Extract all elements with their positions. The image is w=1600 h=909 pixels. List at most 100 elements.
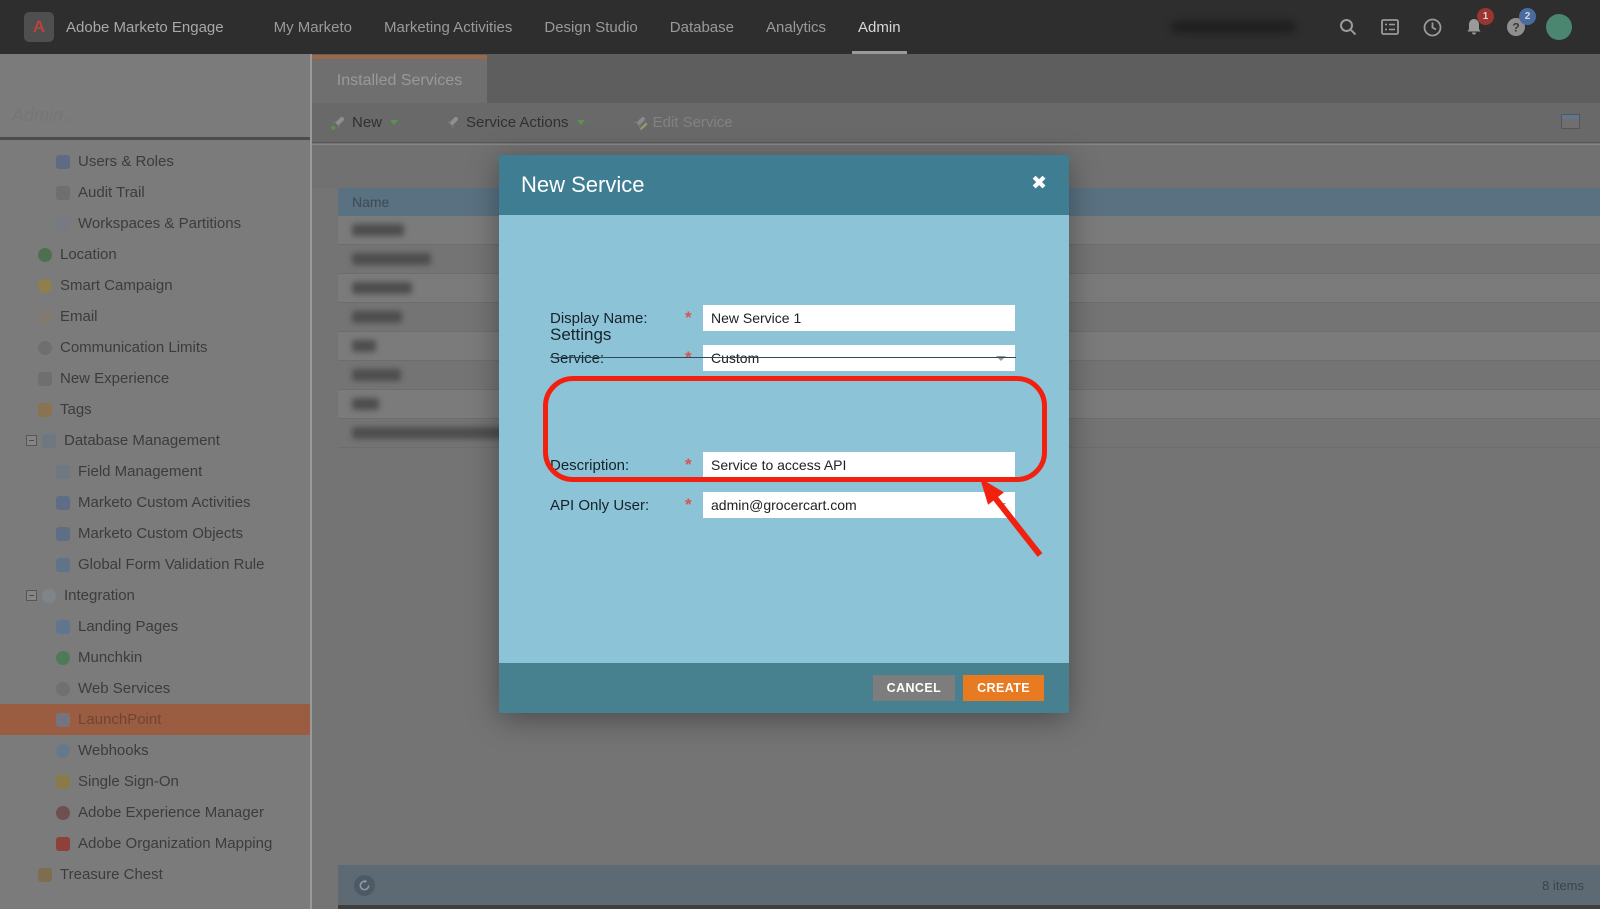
sidebar-item-label: Smart Campaign	[60, 277, 173, 294]
sidebar-item-label: Landing Pages	[78, 618, 178, 635]
sidebar-item-smart-campaign[interactable]: Smart Campaign	[0, 270, 310, 301]
sidebar-item-location[interactable]: Location	[0, 239, 310, 270]
sidebar-item-webhooks[interactable]: Webhooks	[0, 735, 310, 766]
create-button[interactable]: CREATE	[963, 675, 1044, 701]
sidebar-item-label: Web Services	[78, 680, 170, 697]
dialog-body: Display Name: * Service: * Custom Settin…	[499, 215, 1069, 663]
primary-nav: My MarketoMarketing ActivitiesDesign Stu…	[258, 0, 917, 54]
service-actions-button[interactable]: Service Actions	[444, 114, 585, 131]
api-only-user-value: admin@grocercart.com	[711, 497, 857, 513]
help-icon[interactable]: ? 2	[1504, 15, 1528, 39]
rocket-icon	[56, 713, 70, 727]
nav-item-database[interactable]: Database	[654, 0, 750, 54]
admin-tree: Users & Roles Audit Trail Workspaces & Par…	[0, 146, 310, 890]
sidebar-item-label: Marketo Custom Activities	[78, 494, 251, 511]
sidebar-item-marketo-custom-activities[interactable]: Marketo Custom Activities	[0, 487, 310, 518]
sidebar-item-landing-pages[interactable]: Landing Pages	[0, 611, 310, 642]
sidebar-item-label: Field Management	[78, 463, 202, 480]
sidebar-item-users-roles[interactable]: Users & Roles	[0, 146, 310, 177]
redacted-service-name	[352, 224, 404, 236]
aem-icon	[56, 806, 70, 820]
grid-bottom-border	[338, 905, 1600, 909]
globe-icon	[56, 217, 70, 231]
adobe-logo-icon[interactable]: A	[24, 12, 54, 42]
sidebar-item-field-management[interactable]: Field Management	[0, 456, 310, 487]
sidebar-item-munchkin[interactable]: Munchkin	[0, 642, 310, 673]
redacted-service-name	[352, 427, 512, 439]
close-icon[interactable]: ✖	[1031, 172, 1047, 195]
sidebar-item-adobe-organization-mapping[interactable]: Adobe Organization Mapping	[0, 828, 310, 859]
database-icon	[56, 465, 70, 479]
admin-search-input[interactable]	[0, 94, 310, 140]
api-only-user-dropdown[interactable]: admin@grocercart.com	[703, 492, 1015, 518]
sidebar-item-label: Marketo Custom Objects	[78, 525, 243, 542]
sidebar-item-web-services[interactable]: Web Services	[0, 673, 310, 704]
notifications-bell-icon[interactable]: 1	[1462, 15, 1486, 39]
sidebar-item-label: Munchkin	[78, 649, 142, 666]
sidebar-item-integration[interactable]: Integration	[0, 580, 310, 611]
nav-item-analytics[interactable]: Analytics	[750, 0, 842, 54]
sidebar-item-new-experience[interactable]: New Experience	[0, 363, 310, 394]
email-icon	[38, 310, 52, 324]
redacted-service-name	[352, 398, 379, 410]
sidebar-item-label: Global Form Validation Rule	[78, 556, 264, 573]
sidebar-item-workspaces-partitions[interactable]: Workspaces & Partitions	[0, 208, 310, 239]
sidebar-item-adobe-experience-manager[interactable]: Adobe Experience Manager	[0, 797, 310, 828]
new-button[interactable]: New	[330, 114, 398, 131]
sidebar-item-marketo-custom-objects[interactable]: Marketo Custom Objects	[0, 518, 310, 549]
sidebar-item-email[interactable]: Email	[0, 301, 310, 332]
sidebar-item-database-management[interactable]: Database Management	[0, 425, 310, 456]
sidebar-item-communication-limits[interactable]: Communication Limits	[0, 332, 310, 363]
webhook-icon	[56, 744, 70, 758]
grid-status-bar: 8 items	[338, 865, 1600, 905]
search-icon[interactable]	[1336, 15, 1360, 39]
notification-badge: 1	[1477, 8, 1494, 25]
marketo-admin-window: A Adobe Marketo Engage My MarketoMarketi…	[0, 0, 1600, 909]
sidebar-item-label: New Experience	[60, 370, 169, 387]
required-asterisk: *	[685, 495, 703, 515]
required-asterisk: *	[685, 455, 703, 475]
cancel-button[interactable]: CANCEL	[873, 675, 955, 701]
sidebar-item-launchpoint[interactable]: LaunchPoint	[0, 704, 310, 735]
sidebar-item-label: LaunchPoint	[78, 711, 161, 728]
sidebar-item-label: Location	[60, 246, 117, 263]
display-name-label: Display Name:	[550, 310, 685, 327]
collapse-expander-icon[interactable]	[26, 435, 37, 446]
refresh-icon[interactable]	[354, 875, 375, 896]
custom-object-icon	[56, 527, 70, 541]
redacted-service-name	[352, 340, 376, 352]
description-label: Description:	[550, 457, 685, 474]
user-avatar[interactable]	[1546, 14, 1572, 40]
tab-installed-services[interactable]: Installed Services	[312, 55, 487, 103]
brand-title: Adobe Marketo Engage	[66, 19, 224, 36]
location-globe-icon	[38, 248, 52, 262]
collapse-expander-icon[interactable]	[26, 590, 37, 601]
dropdown-caret-icon	[996, 503, 1006, 508]
sidebar-item-audit-trail[interactable]: Audit Trail	[0, 177, 310, 208]
rocket-icon	[444, 114, 461, 131]
new-service-dialog: New Service ✖ Display Name: * Service: *…	[499, 155, 1069, 713]
description-input[interactable]	[703, 452, 1015, 478]
window-view-icon[interactable]	[1561, 114, 1580, 129]
nav-item-marketing-activities[interactable]: Marketing Activities	[368, 0, 528, 54]
sidebar-item-label: Webhooks	[78, 742, 149, 759]
nav-item-design-studio[interactable]: Design Studio	[528, 0, 653, 54]
sidebar-item-tags[interactable]: Tags	[0, 394, 310, 425]
sidebar-item-single-sign-on[interactable]: Single Sign-On	[0, 766, 310, 797]
sidebar-item-label: Adobe Experience Manager	[78, 804, 264, 821]
nav-item-admin[interactable]: Admin	[842, 0, 917, 54]
edit-service-button[interactable]: Edit Service	[631, 114, 733, 131]
history-clock-icon[interactable]	[1420, 15, 1444, 39]
audit-trail-icon	[56, 186, 70, 200]
sidebar-item-global-form-validation-rule[interactable]: Global Form Validation Rule	[0, 549, 310, 580]
redacted-service-name	[352, 282, 412, 294]
checklist-icon[interactable]	[1378, 15, 1402, 39]
help-badge: 2	[1519, 8, 1536, 25]
custom-activity-icon	[56, 496, 70, 510]
dialog-header: New Service ✖	[499, 155, 1069, 215]
dialog-footer: CANCEL CREATE	[499, 663, 1069, 713]
nav-item-my-marketo[interactable]: My Marketo	[258, 0, 368, 54]
sidebar-item-treasure-chest[interactable]: Treasure Chest	[0, 859, 310, 890]
sidebar-item-label: Audit Trail	[78, 184, 145, 201]
database-icon	[42, 434, 56, 448]
